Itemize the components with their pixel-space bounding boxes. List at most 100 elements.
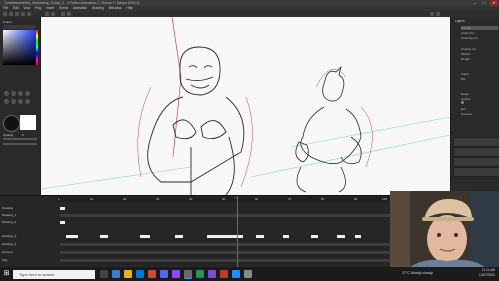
layer-name[interactable]: Drawing_4 — [2, 242, 52, 247]
exposure-cell[interactable] — [337, 235, 345, 238]
menu-windows[interactable]: Windows — [109, 6, 122, 10]
rotate-view-icon[interactable] — [436, 12, 440, 16]
select-tool-icon[interactable] — [3, 12, 7, 16]
brush-preset-icon[interactable] — [18, 99, 23, 104]
layer-thumbnail[interactable] — [453, 157, 499, 167]
colour-tabs[interactable] — [3, 25, 35, 29]
taskbar-search-input[interactable]: Type here to search — [13, 270, 95, 279]
clock[interactable]: 11:21 AM 10/27/2021 — [479, 268, 495, 277]
spotify-icon[interactable] — [196, 270, 204, 278]
timeline-row: Peg — [0, 258, 390, 263]
layers-panel: Layers Line Art Colour Art Underlay Art … — [450, 17, 499, 195]
discord-icon[interactable] — [160, 270, 168, 278]
opacity-slider[interactable] — [3, 138, 37, 140]
layer-name[interactable]: Drawing_1 — [2, 213, 52, 218]
layer-name[interactable]: Drawing — [2, 206, 52, 211]
exposure-cell[interactable] — [100, 235, 108, 238]
brush-preset-icon[interactable] — [18, 91, 23, 96]
layer-item[interactable]: Ref — [461, 107, 498, 111]
exposure-cell[interactable] — [311, 235, 318, 238]
chrome-icon[interactable] — [148, 270, 156, 278]
menu-help[interactable]: Help — [126, 6, 133, 10]
timeline-row: Drawing_3 — [0, 234, 390, 239]
menu-edit[interactable]: Edit — [13, 6, 19, 10]
settings-gear-icon[interactable] — [244, 270, 252, 278]
frame-label: 10 — [90, 197, 94, 201]
menu-animation[interactable]: Animation — [73, 6, 87, 10]
media-icon[interactable] — [220, 270, 228, 278]
brush-tool-icon[interactable] — [9, 12, 13, 16]
layer-name[interactable]: Drawing_3 — [2, 234, 52, 239]
frame-label: 1 — [58, 197, 60, 201]
frame-ruler[interactable]: 1 10 20 30 40 50 60 70 80 90 100 — [56, 197, 390, 202]
layer-item[interactable]: Rough — [461, 57, 498, 61]
task-view-icon[interactable] — [100, 270, 108, 278]
windows-start-icon[interactable]: ⊞ — [2, 269, 11, 279]
layer-thumbnail[interactable] — [453, 137, 499, 147]
exposure-cell[interactable] — [355, 235, 361, 238]
edge-icon[interactable] — [112, 270, 120, 278]
file-explorer-icon[interactable] — [124, 270, 132, 278]
layer-item[interactable]: Notes — [461, 92, 498, 96]
playhead[interactable] — [237, 196, 238, 267]
layer-item[interactable]: Line Art — [461, 26, 498, 30]
store-icon[interactable] — [136, 270, 144, 278]
empty-track[interactable] — [60, 251, 390, 254]
layer-name[interactable]: Camera — [2, 250, 52, 255]
exposure-cell[interactable] — [175, 235, 183, 238]
menu-play[interactable]: Play — [35, 6, 41, 10]
menu-insert[interactable]: Insert — [46, 6, 54, 10]
paint-tool-icon[interactable] — [27, 12, 31, 16]
layer-item[interactable]: BG — [461, 77, 498, 81]
pencil-tool-icon[interactable] — [15, 12, 19, 16]
timeline-row: Drawing_1 — [0, 213, 390, 218]
undo-icon[interactable] — [45, 12, 49, 16]
colour-picker-square[interactable] — [3, 30, 36, 65]
brush-preset-icon[interactable] — [4, 99, 9, 104]
layer-thumbnail[interactable] — [453, 147, 499, 157]
layer-thumbnail[interactable] — [453, 167, 499, 177]
brush-preset-icon[interactable] — [11, 99, 16, 104]
menu-view[interactable]: View — [23, 6, 30, 10]
drawing-canvas[interactable] — [40, 16, 451, 196]
empty-track[interactable] — [60, 243, 390, 246]
brush-preset-icon[interactable] — [4, 91, 9, 96]
layer-item[interactable]: Camera — [461, 112, 498, 116]
exposure-cell[interactable] — [66, 235, 78, 238]
menu-file[interactable]: File — [3, 6, 8, 10]
harmony-app-icon[interactable] — [184, 270, 192, 279]
eraser-tool-icon[interactable] — [21, 12, 25, 16]
brush-preset-icon[interactable] — [11, 91, 16, 96]
zoom-icon[interactable] — [430, 12, 434, 16]
twitch-icon[interactable] — [172, 270, 180, 278]
layer-name[interactable]: Drawing_2 — [2, 220, 52, 225]
obs-icon[interactable] — [208, 270, 216, 278]
exposure-cell[interactable] — [283, 235, 289, 238]
layer-item[interactable]: Colour Art — [461, 31, 498, 35]
layer-item[interactable]: Overlay Art — [461, 47, 498, 51]
exposure-cell[interactable] — [60, 221, 65, 224]
layer-item[interactable]: Guides — [461, 97, 498, 101]
layer-item[interactable]: Sketch — [461, 52, 498, 56]
layer-item[interactable]: Underlay Art — [461, 36, 498, 40]
hue-slider[interactable] — [36, 30, 38, 65]
exposure-cell[interactable] — [140, 235, 150, 238]
menu-scene[interactable]: Scene — [59, 6, 68, 10]
exposure-cell[interactable] — [60, 207, 65, 210]
layer-item[interactable]: Clean — [461, 72, 498, 76]
menu-drawing[interactable]: Drawing — [92, 6, 104, 10]
redo-icon[interactable] — [51, 12, 55, 16]
brush-preset-icon[interactable] — [25, 99, 30, 104]
brush-preset-icon[interactable] — [25, 91, 30, 96]
empty-track[interactable] — [60, 259, 390, 262]
onion-skin-icon[interactable] — [61, 12, 65, 16]
light-table-icon[interactable] — [67, 12, 71, 16]
smoothing-slider[interactable] — [3, 143, 37, 145]
frame-label: 90 — [354, 197, 358, 201]
brush-size-value[interactable]: 5 — [22, 133, 24, 137]
weather-widget[interactable]: 27°C Mostly cloudy — [402, 271, 433, 275]
app-icon[interactable] — [232, 270, 240, 278]
exposure-cell[interactable] — [256, 235, 264, 238]
layer-name[interactable]: Peg — [2, 258, 52, 263]
empty-track[interactable] — [60, 214, 390, 217]
